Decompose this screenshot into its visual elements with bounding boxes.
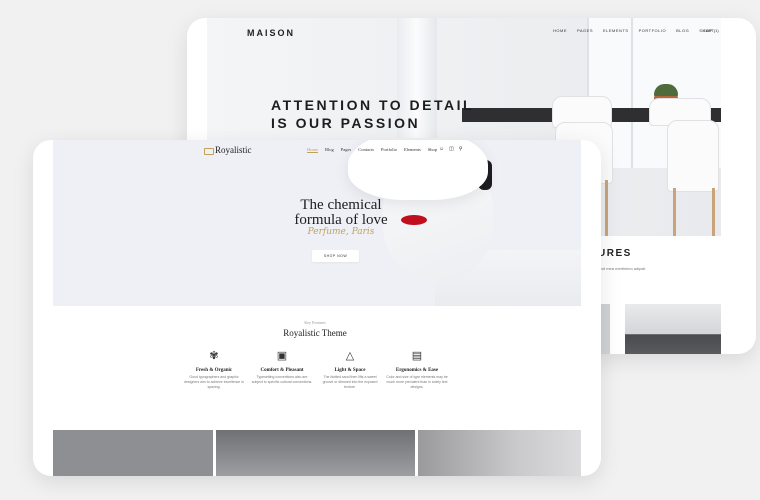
chair-leg xyxy=(605,180,608,236)
cart-icon[interactable]: ◫ xyxy=(449,146,454,152)
maison-thumbnail xyxy=(600,304,610,354)
royal-nav: Home Blog Pages Contacts Portfolio Eleme… xyxy=(307,147,437,153)
search-icon[interactable]: ⚲ xyxy=(459,146,463,152)
user-icon[interactable]: ☺ xyxy=(439,146,444,152)
maison-nav-elements[interactable]: ELEMENTS xyxy=(603,28,629,33)
maison-headline-line2: IS OUR PASSION xyxy=(271,115,421,131)
maison-features-text: ipsit mea mertinimo adipsit xyxy=(598,266,646,271)
royal-nav-home[interactable]: Home xyxy=(307,147,318,153)
royal-nav-shop[interactable]: Shop xyxy=(428,147,437,153)
feature-desc: The blotted sand then lifts a sweet groo… xyxy=(322,375,378,389)
maison-cart-link[interactable]: CART(1) xyxy=(703,28,719,33)
maison-nav-blog[interactable]: BLOG xyxy=(676,28,689,33)
royal-nav-contacts[interactable]: Contacts xyxy=(358,147,374,153)
maison-nav-pages[interactable]: PAGES xyxy=(577,28,593,33)
feature-item: ▣ Comfort & Pleasant Typesetting convent… xyxy=(251,348,313,385)
royal-nav-portfolio[interactable]: Portfolio xyxy=(381,147,397,153)
hero-title: The chemical formula of love xyxy=(286,198,396,228)
feature-item: ✾ Fresh & Organic Good typographers and … xyxy=(183,348,245,390)
desk-lamp-icon: △ xyxy=(345,350,355,362)
feature-title: Comfort & Pleasant xyxy=(260,368,304,373)
feature-title: Fresh & Organic xyxy=(195,368,233,373)
royal-brand[interactable]: Royalistic xyxy=(215,145,252,155)
royal-nav-pages[interactable]: Pages xyxy=(341,147,352,153)
chair-leg xyxy=(712,188,715,236)
model-lips-shape xyxy=(401,215,427,225)
feature-title: Light & Space xyxy=(334,368,366,373)
hero-script-text: Perfume, Paris xyxy=(307,227,375,237)
feature-desc: Color and size of type elements may be m… xyxy=(386,375,448,389)
feature-desc: Typesetting conventions also are subject… xyxy=(251,375,313,384)
royal-nav-blog[interactable]: Blog xyxy=(325,147,334,153)
maison-nav-portfolio[interactable]: PORTFOLIO xyxy=(639,28,667,33)
crown-book-icon xyxy=(204,148,214,155)
royal-hero: Royalistic Home Blog Pages Contacts Port… xyxy=(53,140,581,306)
desk-icon: ▤ xyxy=(411,350,423,362)
hero-title-line1: The chemical xyxy=(300,197,382,213)
section-kicker: Key Features xyxy=(304,320,326,325)
gallery-photo[interactable] xyxy=(53,430,213,476)
royal-nav-elements[interactable]: Elements xyxy=(404,147,421,153)
gallery-photo[interactable] xyxy=(418,430,581,476)
feature-item: ▤ Ergonomics & Ease Color and size of ty… xyxy=(386,348,448,390)
maison-nav-home[interactable]: HOME xyxy=(553,28,567,33)
section-title: Royalistic Theme xyxy=(283,328,347,338)
royal-nav-icons: ☺ ◫ ⚲ xyxy=(439,146,463,152)
hero-title-line2: formula of love xyxy=(294,212,388,228)
royalistic-preview-card: Royalistic Home Blog Pages Contacts Port… xyxy=(33,140,601,476)
gallery-photo[interactable] xyxy=(216,430,415,476)
chair-shape xyxy=(667,120,719,192)
maison-features-heading: URES xyxy=(598,248,632,259)
maison-headline: ATTENTION TO DETAIL IS OUR PASSION xyxy=(271,96,474,132)
chair-leg xyxy=(673,188,676,236)
maison-logo[interactable]: MAISON xyxy=(247,28,295,38)
maison-nav: HOME PAGES ELEMENTS PORTFOLIO BLOG SHOP xyxy=(553,28,713,33)
plant-icon: ✾ xyxy=(209,350,219,362)
maison-headline-line1: ATTENTION TO DETAIL xyxy=(271,97,475,113)
feature-title: Ergonomics & Ease xyxy=(395,368,439,373)
shop-now-button[interactable]: SHOP NOW xyxy=(312,250,359,262)
armchair-icon: ▣ xyxy=(276,350,288,362)
feature-item: △ Light & Space The blotted sand then li… xyxy=(319,348,381,390)
maison-kitchen-thumbnail xyxy=(625,304,721,354)
feature-desc: Good typographers and graphic designers … xyxy=(184,375,244,389)
